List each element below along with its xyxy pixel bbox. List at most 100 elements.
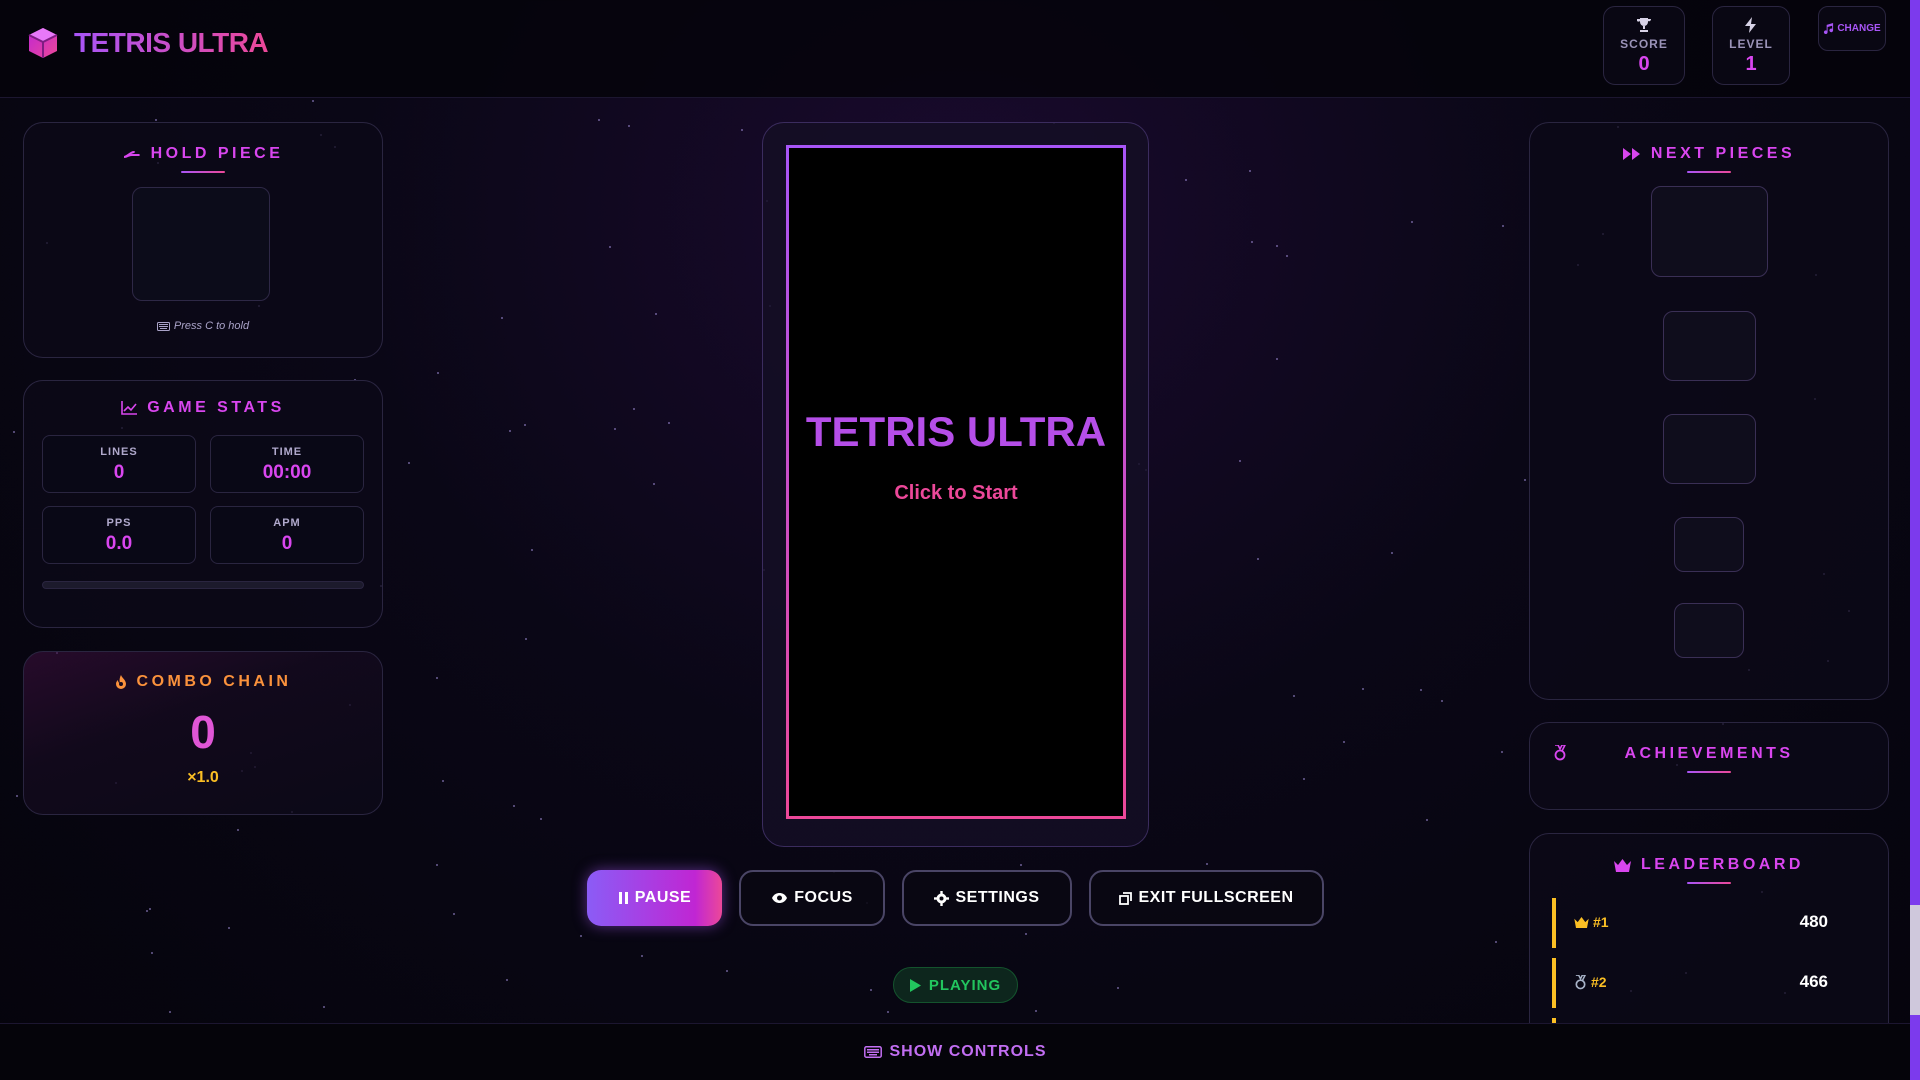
star-dot [641,955,643,957]
scrollbar-thumb[interactable] [1910,905,1920,1015]
keyboard-icon [863,1046,882,1058]
star-dot [1020,864,1022,866]
cube-icon [28,28,58,58]
star-dot [580,935,582,937]
change-music-button[interactable]: CHANGE [1818,6,1886,51]
star-dot [237,829,239,831]
star-dot [408,462,410,464]
stat-lines-label: LINES [100,446,138,458]
star-dot [655,313,657,315]
star-dot [1411,221,1413,223]
settings-button[interactable]: SETTINGS [902,870,1072,926]
keyboard-icon [156,321,170,331]
star-dot [437,372,439,374]
star-dot [513,805,515,807]
stat-time-value: 00:00 [262,462,312,483]
stat-lines-value: 0 [113,462,125,483]
achievements-panel[interactable]: ACHIEVEMENTS [1529,722,1889,810]
leaderboard-rank: #2 [1591,974,1607,990]
focus-button[interactable]: FOCUS [739,870,885,926]
board-title: TETRIS ULTRA [805,408,1107,455]
star-dot [1185,179,1187,181]
star-dot [1206,863,1208,865]
stat-apm-label: APM [273,517,301,529]
star-dot [506,979,508,981]
title-underline [1687,771,1731,773]
star-dot [151,952,153,954]
leaderboard-row: #2 466 [1552,958,1846,1008]
hold-piece-slot [132,187,270,301]
leaderboard-row: #1 480 [1552,898,1846,948]
level-value: 1 [1745,53,1757,75]
stat-lines: LINES 0 [42,435,196,493]
star-dot [1293,695,1295,697]
combo-chain-panel: COMBO CHAIN 0 ×1.0 [23,651,383,815]
eye-icon [772,893,788,903]
hold-hint: Press C to hold [24,320,382,332]
pause-button[interactable]: PAUSE [587,870,722,926]
star-dot [1426,819,1428,821]
stat-apm: APM 0 [210,506,364,564]
title-underline [1687,882,1731,884]
star-dot [312,100,314,102]
music-note-icon [1824,23,1834,34]
hold-piece-title: HOLD PIECE [150,145,284,162]
star-dot [1502,225,1504,227]
star-dot [1420,689,1422,691]
level-display: LEVEL 1 [1712,6,1790,85]
fire-icon [115,675,126,689]
pause-icon [618,892,628,904]
game-status-label: PLAYING [928,976,1002,994]
achievements-title: ACHIEVEMENTS [1624,745,1794,762]
star-dot [870,989,872,991]
star-dot [1251,241,1253,243]
leaderboard-title: LEADERBOARD [1641,856,1804,873]
star-dot [1257,558,1259,560]
star-dot [436,864,438,866]
hold-hint-text: Press C to hold [173,320,250,332]
fast-forward-icon [1622,148,1640,160]
next-piece-slot-5 [1674,603,1744,658]
star-dot [501,317,503,319]
title-underline [181,171,225,173]
stat-pps-value: 0.0 [105,533,133,554]
combo-multiplier: ×1.0 [187,769,219,786]
exit-fullscreen-button[interactable]: EXIT FULLSCREEN [1089,870,1324,926]
star-dot [509,430,511,432]
settings-label: SETTINGS [955,889,1040,906]
next-piece-slot-3 [1663,414,1756,484]
star-dot [525,638,527,640]
chart-line-icon [121,401,138,415]
click-to-start[interactable]: Click to Start [789,482,1123,505]
logo: TETRIS ULTRA [26,26,269,60]
next-piece-slot-2 [1663,311,1756,381]
focus-label: FOCUS [794,889,853,906]
star-dot [524,424,526,426]
compress-icon [1119,891,1133,905]
star-dot [13,431,15,433]
star-dot [169,1011,171,1013]
stat-time: TIME 00:00 [210,435,364,493]
star-dot [614,428,616,430]
star-dot [1501,751,1503,753]
star-dot [1035,1010,1037,1012]
exit-fullscreen-label: EXIT FULLSCREEN [1138,889,1294,906]
combo-title: COMBO CHAIN [136,673,292,690]
star-dot [540,818,542,820]
leaderboard-rank: #1 [1593,914,1609,930]
medal-icon [1575,974,1587,989]
show-controls-button[interactable]: SHOW CONTROLS [0,1023,1910,1080]
title-underline [1687,171,1731,173]
star-dot [1343,741,1345,743]
game-board[interactable]: TETRIS ULTRA Click to Start [786,145,1126,819]
star-dot [146,910,148,912]
trophy-icon [1637,18,1652,32]
show-controls-label: SHOW CONTROLS [889,1043,1047,1060]
stat-time-label: TIME [271,446,303,458]
star-dot [1495,941,1497,943]
play-icon [909,978,921,992]
stat-pps-label: PPS [106,517,132,529]
hold-piece-panel: HOLD PIECE Press C to hold [23,122,383,358]
star-dot [628,125,630,127]
star-dot [598,119,600,121]
